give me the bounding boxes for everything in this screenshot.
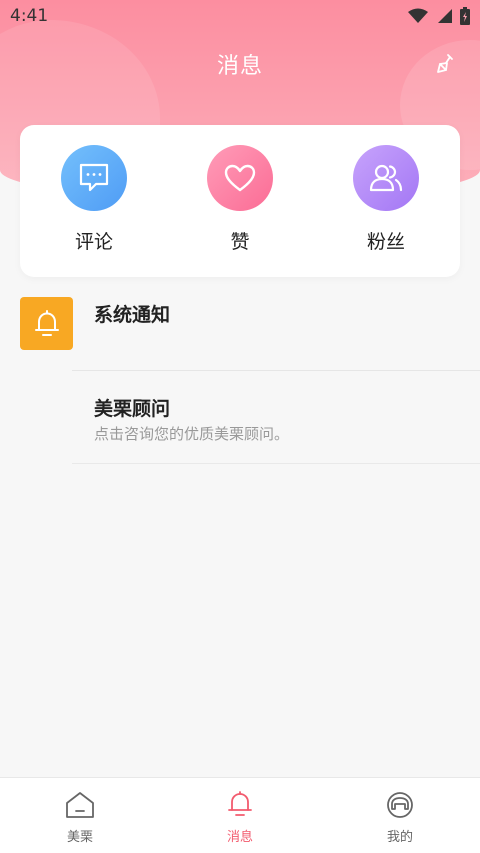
fans-icon (369, 164, 403, 192)
quick-action-likes[interactable]: 赞 (206, 125, 274, 277)
battery-icon (460, 7, 470, 25)
nav-item-profile[interactable]: 我的 (320, 778, 480, 853)
nav-label: 美栗 (66, 830, 93, 845)
divider (72, 463, 480, 464)
system-notice-title[interactable]: 系统通知 (94, 300, 170, 327)
bell-icon (34, 309, 59, 336)
heart-icon (224, 164, 256, 192)
page-title: 消息 (216, 54, 263, 79)
quick-action-label: 评论 (74, 231, 113, 253)
quick-action-label: 粉丝 (366, 231, 405, 253)
bell-icon (228, 791, 252, 816)
nav-label: 我的 (386, 830, 413, 845)
quick-actions-card: 评论 赞 粉丝 (20, 125, 460, 277)
heart-icon-circle (207, 145, 273, 211)
profile-icon (387, 792, 413, 818)
wifi-icon (408, 8, 428, 23)
nav-item-messages[interactable]: 消息 (160, 778, 320, 853)
advisor-subtitle: 点击咨询您的优质美栗顾问。 (94, 425, 290, 443)
comment-icon-circle (61, 145, 127, 211)
status-time: 4:41 (10, 6, 49, 26)
divider (72, 370, 480, 371)
comment-icon (79, 163, 109, 192)
quick-action-comments[interactable]: 评论 (60, 125, 128, 277)
clear-messages-button[interactable] (434, 52, 458, 76)
fans-icon-circle (353, 145, 419, 211)
broom-icon (437, 54, 453, 73)
nav-item-home[interactable]: 美栗 (0, 778, 160, 853)
quick-action-label: 赞 (230, 231, 250, 253)
system-notice-icon-box[interactable] (20, 297, 73, 350)
quick-action-fans[interactable]: 粉丝 (352, 125, 420, 277)
bottom-nav: 美栗 消息 我的 (0, 777, 480, 853)
home-icon (66, 792, 94, 818)
advisor-title[interactable]: 美栗顾问 (94, 394, 170, 421)
status-icons (408, 7, 470, 25)
status-bar: 4:41 (0, 0, 480, 32)
nav-label: 消息 (226, 830, 253, 845)
signal-icon (438, 9, 452, 23)
